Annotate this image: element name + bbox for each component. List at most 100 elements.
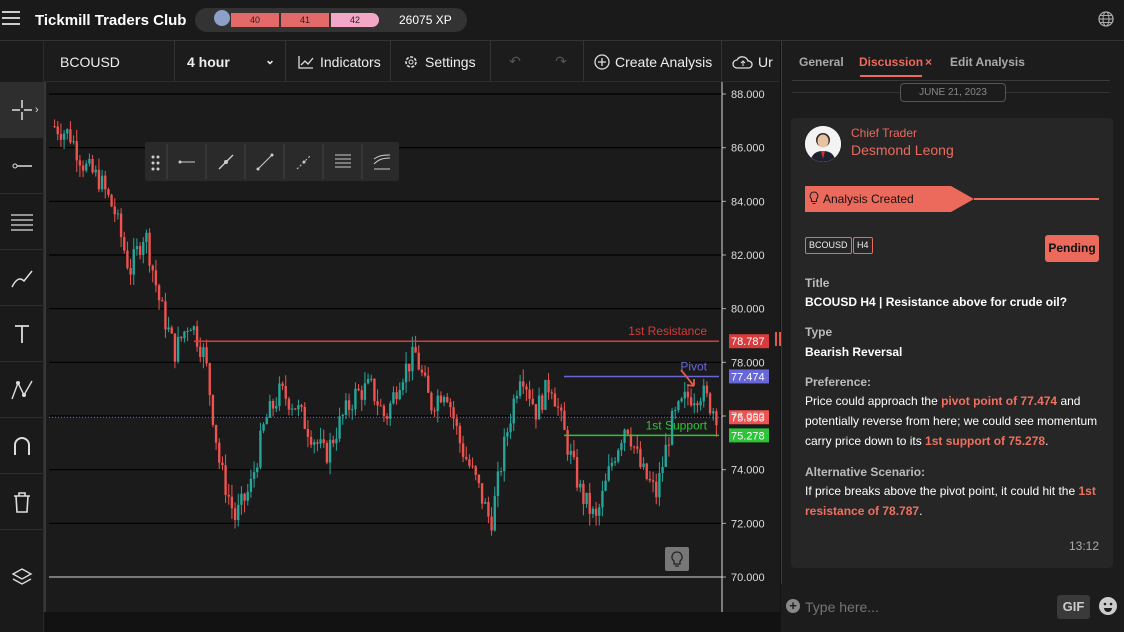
xp-total: 26075 XP: [399, 13, 452, 27]
tab-divider: [792, 80, 1110, 81]
avatar: [805, 126, 841, 162]
pivot-highlight: pivot point of 77.474: [941, 394, 1058, 408]
undo-button[interactable]: ↶: [491, 41, 539, 82]
preference-label: Preference:: [805, 375, 872, 389]
candle: [202, 347, 205, 357]
magnet-tool[interactable]: [0, 418, 44, 474]
pivot-label: Pivot: [680, 359, 707, 373]
candle: [119, 213, 123, 238]
candle: [363, 383, 367, 400]
candle: [395, 392, 398, 400]
drag-handle-icon[interactable]: [151, 155, 160, 171]
candle: [712, 411, 715, 414]
horizontal-ray-icon[interactable]: [178, 160, 196, 164]
candle: [610, 462, 614, 467]
add-attachment-icon[interactable]: +: [786, 599, 800, 613]
expand-tools-chevron-icon[interactable]: ›: [35, 104, 39, 116]
candle: [648, 478, 652, 481]
text-tool[interactable]: [0, 306, 44, 362]
author-role: Chief Trader: [851, 126, 918, 140]
globe-icon[interactable]: [1097, 10, 1115, 28]
price-tick-label: 72.000: [731, 518, 765, 530]
channel-icon[interactable]: [373, 154, 391, 170]
candle: [541, 395, 544, 410]
undo-icon: ↶: [509, 53, 521, 69]
message-input[interactable]: [805, 596, 1050, 618]
candle: [259, 430, 262, 468]
price-tick-label: 70.000: [731, 572, 765, 584]
drawing-tools-sidebar: [0, 41, 44, 632]
layers-tool[interactable]: [0, 549, 44, 605]
candle: [129, 268, 132, 275]
close-tab-icon[interactable]: ×: [925, 55, 932, 69]
gif-button[interactable]: GIF: [1057, 595, 1090, 619]
settings-button[interactable]: Settings: [391, 41, 491, 82]
price-tick-label: 84.000: [731, 196, 765, 208]
candle: [157, 285, 161, 301]
candle: [547, 379, 550, 393]
candle: [449, 402, 452, 408]
tab-general[interactable]: General: [799, 55, 844, 69]
candle: [496, 471, 500, 496]
idea-button[interactable]: [665, 547, 689, 571]
candle: [81, 165, 85, 171]
candle: [294, 408, 297, 410]
top-bar: Tickmill Traders Club 40 41 42 26075 XP: [0, 0, 1124, 41]
candle: [382, 405, 386, 417]
timeframe-tag: H4: [853, 237, 873, 254]
candle: [275, 406, 278, 409]
candle: [208, 363, 211, 396]
candle: [183, 331, 186, 339]
tab-edit-analysis[interactable]: Edit Analysis: [950, 55, 1025, 69]
pattern-tool[interactable]: [0, 362, 44, 418]
lightbulb-icon: [809, 191, 819, 205]
candle: [705, 385, 709, 394]
text-icon: [15, 324, 29, 343]
symbol-selector[interactable]: BCOUSD: [44, 41, 175, 82]
parallel-lines-icon[interactable]: [335, 154, 351, 168]
redo-button[interactable]: ↷: [539, 41, 584, 82]
cloud-upload-icon: [732, 55, 753, 69]
chevron-down-icon: ⌄: [264, 53, 275, 67]
symbol-tag: BCOUSD: [805, 237, 852, 254]
candle: [214, 424, 218, 443]
candle: [566, 429, 569, 455]
brush-tool[interactable]: [0, 250, 44, 306]
indicators-label: Indicators: [320, 53, 381, 70]
candle: [639, 448, 642, 468]
candle: [385, 416, 389, 419]
candle: [72, 141, 75, 143]
plus-circle-icon: [594, 53, 610, 70]
candle: [180, 336, 183, 339]
candle: [560, 407, 563, 411]
extended-line-icon[interactable]: [296, 154, 312, 170]
segment-icon[interactable]: [256, 153, 274, 171]
candle: [594, 508, 598, 516]
candle: [287, 398, 291, 410]
line-tool[interactable]: [0, 138, 44, 194]
drawing-toolbar: [145, 142, 399, 181]
candle: [442, 397, 446, 403]
upload-button[interactable]: Ur: [722, 41, 780, 82]
timeframe-select[interactable]: 4 hour ⌄: [175, 41, 286, 82]
candle: [69, 129, 72, 143]
candle: [164, 301, 167, 330]
indicators-button[interactable]: Indicators: [286, 41, 391, 82]
trend-line-icon[interactable]: [218, 154, 234, 170]
menu-icon[interactable]: [2, 11, 20, 27]
candle: [284, 385, 287, 399]
candle: [401, 382, 405, 390]
candle: [107, 189, 110, 195]
fib-tool[interactable]: [0, 194, 44, 250]
emoji-icon[interactable]: [1098, 596, 1118, 616]
create-analysis-button[interactable]: Create Analysis: [584, 41, 722, 82]
candle: [515, 395, 519, 399]
candle: [379, 405, 382, 407]
candle: [145, 232, 148, 242]
delete-tool[interactable]: [0, 474, 44, 530]
lightbulb-icon: [671, 551, 683, 567]
candle: [290, 408, 294, 410]
author-name: Desmond Leong: [851, 142, 954, 158]
candle: [531, 398, 534, 405]
tab-discussion[interactable]: Discussion: [859, 55, 923, 69]
